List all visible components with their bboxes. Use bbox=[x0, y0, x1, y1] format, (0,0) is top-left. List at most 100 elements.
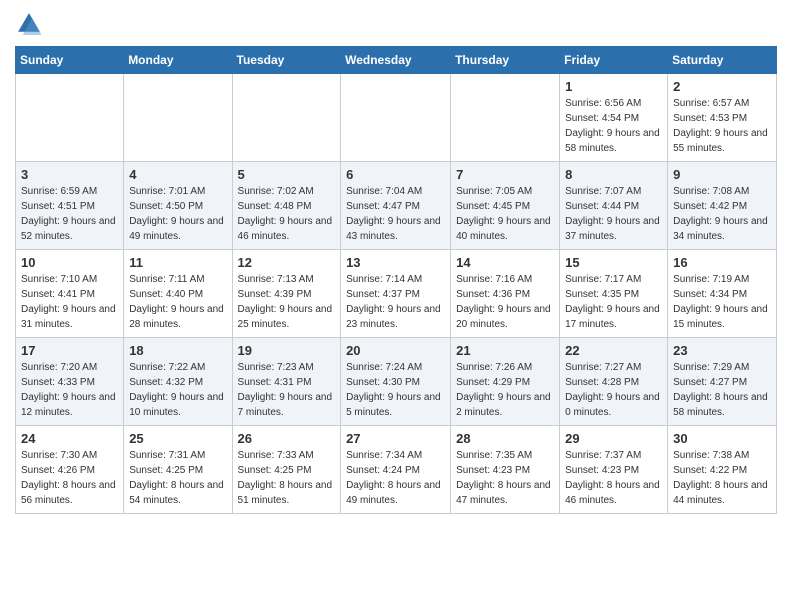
calendar-cell: 23 Sunrise: 7:29 AM Sunset: 4:27 PM Dayli… bbox=[668, 338, 777, 426]
calendar-cell: 10 Sunrise: 7:10 AM Sunset: 4:41 PM Dayli… bbox=[16, 250, 124, 338]
col-header-monday: Monday bbox=[124, 47, 232, 74]
col-header-tuesday: Tuesday bbox=[232, 47, 341, 74]
day-number: 23 bbox=[673, 343, 771, 358]
logo bbox=[15, 10, 47, 38]
calendar-cell: 5Sunrise: 7:02 AM Sunset: 4:48 PM Daylig… bbox=[232, 162, 341, 250]
day-number: 14 bbox=[456, 255, 554, 270]
calendar-cell: 26 Sunrise: 7:33 AM Sunset: 4:25 PM Dayli… bbox=[232, 426, 341, 514]
calendar-cell: 19 Sunrise: 7:23 AM Sunset: 4:31 PM Dayli… bbox=[232, 338, 341, 426]
day-number: 4 bbox=[129, 167, 226, 182]
day-number: 16 bbox=[673, 255, 771, 270]
day-info: Sunrise: 7:23 AM Sunset: 4:31 PM Dayligh… bbox=[238, 360, 336, 420]
calendar-cell: 25 Sunrise: 7:31 AM Sunset: 4:25 PM Dayli… bbox=[124, 426, 232, 514]
col-header-wednesday: Wednesday bbox=[341, 47, 451, 74]
page: SundayMondayTuesdayWednesdayThursdayFrid… bbox=[0, 0, 792, 612]
day-info: Sunrise: 7:27 AM Sunset: 4:28 PM Dayligh… bbox=[565, 360, 662, 420]
calendar-cell: 15 Sunrise: 7:17 AM Sunset: 4:35 PM Dayli… bbox=[560, 250, 668, 338]
calendar-cell: 24Sunrise: 7:30 AM Sunset: 4:26 PM Dayli… bbox=[16, 426, 124, 514]
day-info: Sunrise: 7:33 AM Sunset: 4:25 PM Dayligh… bbox=[238, 448, 336, 508]
week-row-1: 1Sunrise: 6:56 AM Sunset: 4:54 PM Daylig… bbox=[16, 74, 777, 162]
week-row-5: 24Sunrise: 7:30 AM Sunset: 4:26 PM Dayli… bbox=[16, 426, 777, 514]
header-row: SundayMondayTuesdayWednesdayThursdayFrid… bbox=[16, 47, 777, 74]
calendar-cell: 14 Sunrise: 7:16 AM Sunset: 4:36 PM Dayli… bbox=[451, 250, 560, 338]
day-info: Sunrise: 7:01 AM Sunset: 4:50 PM Dayligh… bbox=[129, 184, 226, 244]
day-number: 26 bbox=[238, 431, 336, 446]
day-number: 6 bbox=[346, 167, 445, 182]
day-number: 21 bbox=[456, 343, 554, 358]
day-info: Sunrise: 7:11 AM Sunset: 4:40 PM Dayligh… bbox=[129, 272, 226, 332]
calendar-cell: 8 Sunrise: 7:07 AM Sunset: 4:44 PM Daylig… bbox=[560, 162, 668, 250]
day-number: 18 bbox=[129, 343, 226, 358]
day-number: 12 bbox=[238, 255, 336, 270]
day-info: Sunrise: 7:14 AM Sunset: 4:37 PM Dayligh… bbox=[346, 272, 445, 332]
day-number: 17 bbox=[21, 343, 118, 358]
calendar-cell: 6 Sunrise: 7:04 AM Sunset: 4:47 PM Daylig… bbox=[341, 162, 451, 250]
calendar-cell: 2Sunrise: 6:57 AM Sunset: 4:53 PM Daylig… bbox=[668, 74, 777, 162]
day-info: Sunrise: 7:10 AM Sunset: 4:41 PM Dayligh… bbox=[21, 272, 118, 332]
day-info: Sunrise: 7:24 AM Sunset: 4:30 PM Dayligh… bbox=[346, 360, 445, 420]
day-info: Sunrise: 7:07 AM Sunset: 4:44 PM Dayligh… bbox=[565, 184, 662, 244]
day-info: Sunrise: 7:16 AM Sunset: 4:36 PM Dayligh… bbox=[456, 272, 554, 332]
calendar: SundayMondayTuesdayWednesdayThursdayFrid… bbox=[15, 46, 777, 514]
day-number: 11 bbox=[129, 255, 226, 270]
day-number: 25 bbox=[129, 431, 226, 446]
day-info: Sunrise: 7:17 AM Sunset: 4:35 PM Dayligh… bbox=[565, 272, 662, 332]
calendar-cell: 7 Sunrise: 7:05 AM Sunset: 4:45 PM Daylig… bbox=[451, 162, 560, 250]
calendar-cell bbox=[124, 74, 232, 162]
week-row-3: 10 Sunrise: 7:10 AM Sunset: 4:41 PM Dayli… bbox=[16, 250, 777, 338]
calendar-cell: 30 Sunrise: 7:38 AM Sunset: 4:22 PM Dayli… bbox=[668, 426, 777, 514]
calendar-cell: 16 Sunrise: 7:19 AM Sunset: 4:34 PM Dayli… bbox=[668, 250, 777, 338]
calendar-cell: 22 Sunrise: 7:27 AM Sunset: 4:28 PM Dayli… bbox=[560, 338, 668, 426]
day-info: Sunrise: 7:20 AM Sunset: 4:33 PM Dayligh… bbox=[21, 360, 118, 420]
day-info: Sunrise: 7:35 AM Sunset: 4:23 PM Dayligh… bbox=[456, 448, 554, 508]
calendar-body: 1Sunrise: 6:56 AM Sunset: 4:54 PM Daylig… bbox=[16, 74, 777, 514]
day-info: Sunrise: 7:29 AM Sunset: 4:27 PM Dayligh… bbox=[673, 360, 771, 420]
calendar-cell: 3 Sunrise: 6:59 AM Sunset: 4:51 PM Daylig… bbox=[16, 162, 124, 250]
calendar-cell: 21 Sunrise: 7:26 AM Sunset: 4:29 PM Dayli… bbox=[451, 338, 560, 426]
day-info: Sunrise: 7:26 AM Sunset: 4:29 PM Dayligh… bbox=[456, 360, 554, 420]
calendar-cell: 9 Sunrise: 7:08 AM Sunset: 4:42 PM Daylig… bbox=[668, 162, 777, 250]
day-number: 8 bbox=[565, 167, 662, 182]
day-number: 30 bbox=[673, 431, 771, 446]
day-info: Sunrise: 6:59 AM Sunset: 4:51 PM Dayligh… bbox=[21, 184, 118, 244]
day-info: Sunrise: 7:38 AM Sunset: 4:22 PM Dayligh… bbox=[673, 448, 771, 508]
day-number: 13 bbox=[346, 255, 445, 270]
day-number: 15 bbox=[565, 255, 662, 270]
calendar-cell: 27Sunrise: 7:34 AM Sunset: 4:24 PM Dayli… bbox=[341, 426, 451, 514]
day-number: 19 bbox=[238, 343, 336, 358]
day-number: 28 bbox=[456, 431, 554, 446]
col-header-friday: Friday bbox=[560, 47, 668, 74]
day-info: Sunrise: 7:30 AM Sunset: 4:26 PM Dayligh… bbox=[21, 448, 118, 508]
day-number: 29 bbox=[565, 431, 662, 446]
day-number: 9 bbox=[673, 167, 771, 182]
day-info: Sunrise: 7:37 AM Sunset: 4:23 PM Dayligh… bbox=[565, 448, 662, 508]
day-number: 1 bbox=[565, 79, 662, 94]
col-header-saturday: Saturday bbox=[668, 47, 777, 74]
calendar-cell bbox=[232, 74, 341, 162]
calendar-cell: 4 Sunrise: 7:01 AM Sunset: 4:50 PM Daylig… bbox=[124, 162, 232, 250]
day-info: Sunrise: 7:05 AM Sunset: 4:45 PM Dayligh… bbox=[456, 184, 554, 244]
calendar-cell: 11 Sunrise: 7:11 AM Sunset: 4:40 PM Dayli… bbox=[124, 250, 232, 338]
day-number: 5 bbox=[238, 167, 336, 182]
day-number: 7 bbox=[456, 167, 554, 182]
calendar-cell: 29 Sunrise: 7:37 AM Sunset: 4:23 PM Dayli… bbox=[560, 426, 668, 514]
day-info: Sunrise: 7:34 AM Sunset: 4:24 PM Dayligh… bbox=[346, 448, 445, 508]
day-info: Sunrise: 7:19 AM Sunset: 4:34 PM Dayligh… bbox=[673, 272, 771, 332]
header bbox=[15, 10, 777, 38]
day-info: Sunrise: 7:13 AM Sunset: 4:39 PM Dayligh… bbox=[238, 272, 336, 332]
calendar-header: SundayMondayTuesdayWednesdayThursdayFrid… bbox=[16, 47, 777, 74]
calendar-cell: 28 Sunrise: 7:35 AM Sunset: 4:23 PM Dayli… bbox=[451, 426, 560, 514]
day-number: 3 bbox=[21, 167, 118, 182]
day-info: Sunrise: 7:04 AM Sunset: 4:47 PM Dayligh… bbox=[346, 184, 445, 244]
week-row-2: 3 Sunrise: 6:59 AM Sunset: 4:51 PM Daylig… bbox=[16, 162, 777, 250]
calendar-cell: 13 Sunrise: 7:14 AM Sunset: 4:37 PM Dayli… bbox=[341, 250, 451, 338]
day-info: Sunrise: 7:22 AM Sunset: 4:32 PM Dayligh… bbox=[129, 360, 226, 420]
day-info: Sunrise: 7:31 AM Sunset: 4:25 PM Dayligh… bbox=[129, 448, 226, 508]
calendar-cell: 1Sunrise: 6:56 AM Sunset: 4:54 PM Daylig… bbox=[560, 74, 668, 162]
day-info: Sunrise: 6:57 AM Sunset: 4:53 PM Dayligh… bbox=[673, 96, 771, 156]
day-number: 22 bbox=[565, 343, 662, 358]
day-info: Sunrise: 7:08 AM Sunset: 4:42 PM Dayligh… bbox=[673, 184, 771, 244]
day-number: 10 bbox=[21, 255, 118, 270]
calendar-cell bbox=[451, 74, 560, 162]
day-number: 20 bbox=[346, 343, 445, 358]
